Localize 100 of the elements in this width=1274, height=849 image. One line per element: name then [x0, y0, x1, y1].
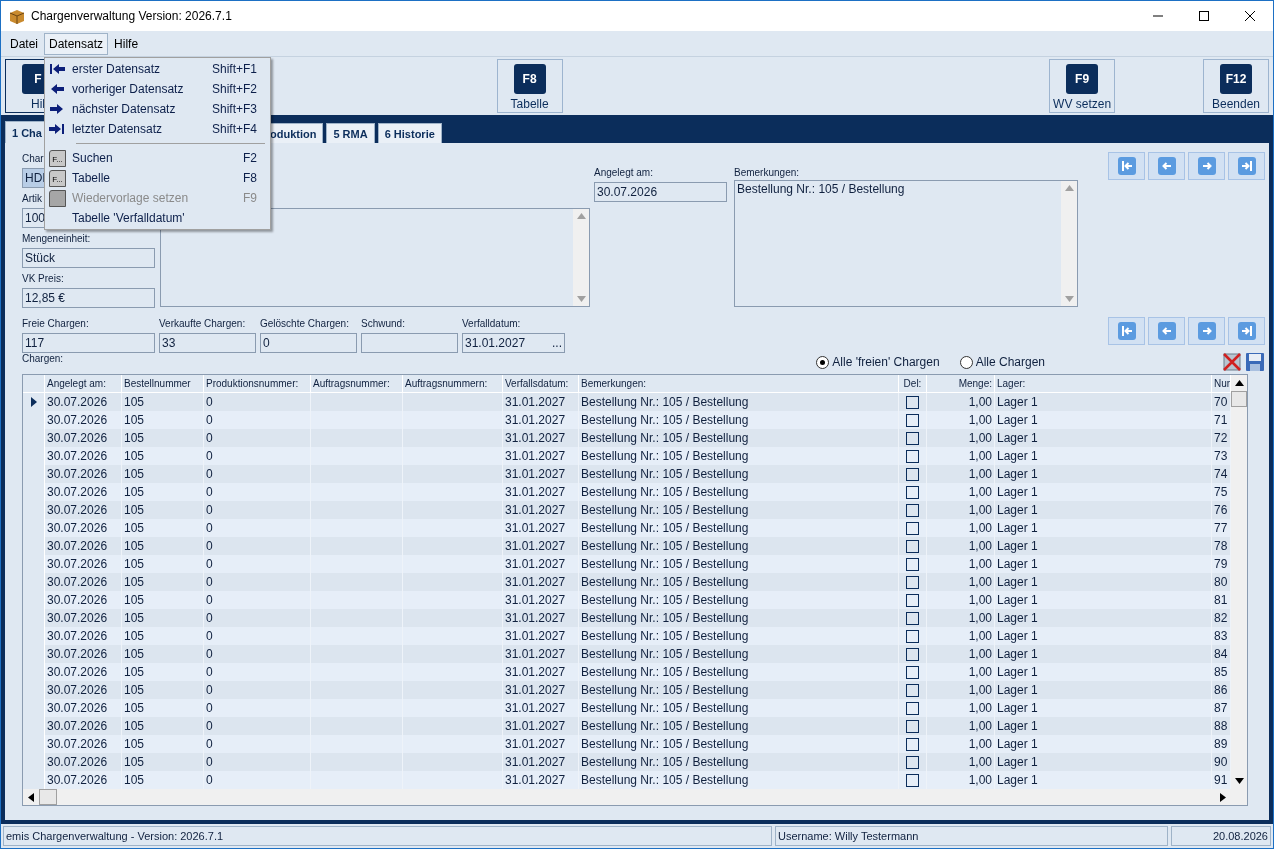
- checkbox[interactable]: [906, 503, 919, 517]
- app-icon: [9, 8, 25, 24]
- column-header[interactable]: Verfallsdatum:: [503, 375, 579, 392]
- last-record-button[interactable]: [1228, 317, 1265, 345]
- field-label: Gelöschte Chargen:: [260, 317, 349, 331]
- last-record-button[interactable]: [1228, 152, 1265, 180]
- menu-entry-label: vorheriger Datensatz: [72, 82, 185, 96]
- checkbox[interactable]: [906, 539, 919, 553]
- menu-item[interactable]: Datensatz: [44, 32, 109, 55]
- checkbox[interactable]: [906, 683, 919, 697]
- field-label: VK Preis:: [22, 272, 64, 286]
- input-field[interactable]: 33: [159, 333, 256, 353]
- column-header[interactable]: Bemerkungen:: [579, 375, 899, 392]
- checkbox[interactable]: [906, 413, 919, 427]
- input-field[interactable]: [361, 333, 458, 353]
- key-badge: F12: [1220, 64, 1252, 94]
- checkbox[interactable]: [906, 395, 919, 409]
- previous-record-button[interactable]: [1148, 152, 1185, 180]
- scroll-thumb[interactable]: [1231, 391, 1247, 407]
- checkbox[interactable]: [906, 719, 919, 733]
- next-record-button[interactable]: [1188, 317, 1225, 345]
- tab[interactable]: 5 RMA: [326, 123, 375, 143]
- input-field[interactable]: 30.07.2026: [594, 182, 727, 202]
- function-key-button[interactable]: F9 WV setzen: [1049, 59, 1116, 113]
- menu-item[interactable]: Hilfe: [109, 32, 144, 55]
- menu-entry-label: Tabelle: [72, 171, 112, 185]
- input-field[interactable]: Stück: [22, 248, 155, 268]
- checkbox[interactable]: [906, 593, 919, 607]
- column-header[interactable]: Angelegt am:: [45, 375, 122, 392]
- scroll-thumb[interactable]: [39, 789, 57, 805]
- grid-label: Chargen:: [22, 352, 64, 366]
- column-header[interactable]: Produktionsnummer:: [204, 375, 311, 392]
- checkbox[interactable]: [906, 701, 919, 715]
- button-label: Beenden: [1211, 97, 1260, 111]
- shortcut-label: F2: [243, 151, 257, 165]
- field-label: Char: [22, 152, 44, 166]
- column-header[interactable]: Del:: [899, 375, 927, 392]
- column-header[interactable]: Auftragsnummer:: [311, 375, 403, 392]
- checkbox[interactable]: [906, 521, 919, 535]
- checkbox[interactable]: [906, 557, 919, 571]
- scroll-down-icon[interactable]: [1234, 778, 1244, 784]
- scroll-up-icon[interactable]: [1234, 380, 1244, 386]
- input-field[interactable]: 117: [22, 333, 155, 353]
- scroll-right-icon[interactable]: [1220, 792, 1226, 802]
- memo-field[interactable]: Bestellung Nr.: 105 / Bestellung: [734, 180, 1078, 307]
- vertical-scrollbar[interactable]: [1231, 375, 1247, 789]
- radio-label: Alle Chargen: [975, 355, 1045, 369]
- previous-record-button[interactable]: [1148, 317, 1185, 345]
- checkbox[interactable]: [906, 629, 919, 643]
- checkbox[interactable]: [906, 449, 919, 463]
- input-field[interactable]: 31.01.2027 ...: [462, 333, 565, 353]
- menu-entry[interactable]: F... Suchen F2: [46, 148, 269, 168]
- radio-icon[interactable]: [816, 355, 830, 369]
- right-arrow-bar-icon: [1237, 322, 1256, 340]
- shortcut-label: F9: [243, 191, 257, 205]
- key-icon: [49, 189, 66, 207]
- radio-icon[interactable]: [959, 355, 973, 369]
- menu-entry-label: erster Datensatz: [72, 62, 162, 76]
- checkbox[interactable]: [906, 647, 919, 661]
- checkbox[interactable]: [906, 575, 919, 589]
- menu-item[interactable]: Datei: [5, 32, 43, 55]
- column-header[interactable]: Auftragsnummern:: [403, 375, 503, 392]
- close-icon: [1245, 11, 1255, 21]
- radio-option[interactable]: Alle Chargen: [959, 355, 1045, 369]
- menu-entry-label: Suchen: [72, 151, 114, 165]
- button-label: WV setzen: [1053, 97, 1112, 111]
- scroll-left-icon[interactable]: [28, 792, 34, 802]
- save-button[interactable]: [1245, 352, 1265, 372]
- shortcut-label: Shift+F1: [211, 62, 257, 76]
- delete-button[interactable]: [1222, 352, 1242, 372]
- function-key-button[interactable]: F8 Tabelle: [496, 59, 563, 113]
- column-header[interactable]: Menge:: [927, 375, 995, 392]
- menu-entry[interactable]: F... Tabelle F8: [46, 168, 269, 188]
- ellipsis-button[interactable]: ...: [552, 336, 562, 350]
- menu-entry[interactable]: Tabelle 'Verfalldatum': [46, 208, 269, 228]
- tab[interactable]: 6 Historie: [377, 123, 442, 143]
- field-label: Bemerkungen:: [734, 166, 800, 180]
- checkbox[interactable]: [906, 431, 919, 445]
- checkbox[interactable]: [906, 485, 919, 499]
- maximize-icon: [1199, 11, 1209, 21]
- checkbox[interactable]: [906, 773, 919, 787]
- horizontal-scrollbar[interactable]: [23, 789, 1231, 805]
- button-label: Hil: [31, 97, 45, 111]
- next-record-button[interactable]: [1188, 152, 1225, 180]
- checkbox[interactable]: [906, 737, 919, 751]
- checkbox[interactable]: [906, 755, 919, 769]
- column-header[interactable]: Bestellnummer: [122, 375, 204, 392]
- first-record-button[interactable]: [1108, 317, 1145, 345]
- column-header[interactable]: Lager:: [995, 375, 1212, 392]
- field-label: Freie Chargen:: [22, 317, 89, 331]
- checkbox[interactable]: [906, 665, 919, 679]
- last-arrow-icon: [49, 123, 65, 135]
- right-arrow-icon: [49, 103, 65, 115]
- checkbox[interactable]: [906, 467, 919, 481]
- function-key-button[interactable]: F12 Beenden: [1203, 59, 1269, 113]
- input-field[interactable]: 12,85 €: [22, 288, 155, 308]
- first-record-button[interactable]: [1108, 152, 1145, 180]
- checkbox[interactable]: [906, 611, 919, 625]
- window-title: Chargenverwaltung Version: 2026.7.1: [31, 9, 232, 23]
- input-field[interactable]: 0: [260, 333, 357, 353]
